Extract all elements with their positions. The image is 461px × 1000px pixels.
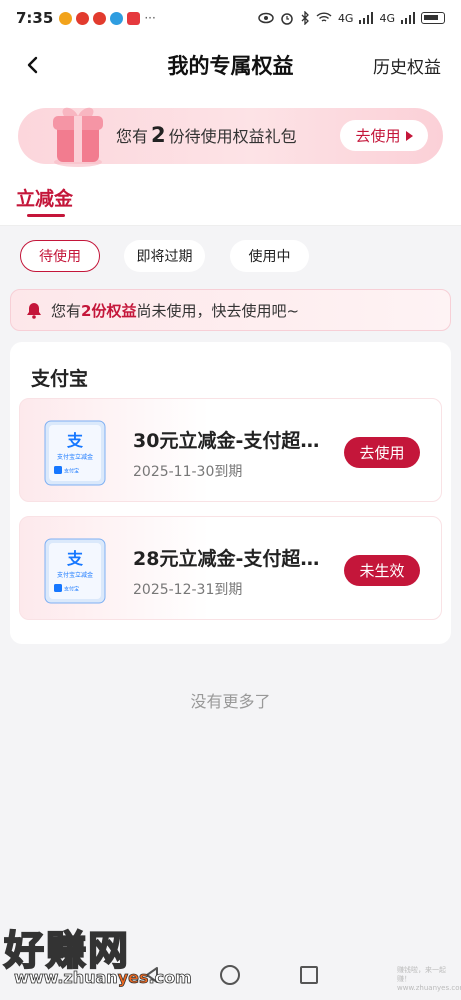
- gift-box-icon: [53, 107, 103, 167]
- banner-suffix: 份待使用权益礼包: [168, 127, 297, 146]
- notification-icon: [59, 11, 73, 25]
- banner-section: 您有 2 份待使用权益礼包 去使用: [0, 94, 461, 170]
- watermark-url: www.zhuanyes.com: [14, 968, 193, 988]
- network-label: 4G: [337, 11, 354, 25]
- back-button[interactable]: [18, 48, 48, 82]
- banner-message: 您有 2 份待使用权益礼包: [116, 123, 297, 147]
- notification-icons: ···: [59, 11, 156, 25]
- history-benefits-link[interactable]: 历史权益: [373, 53, 441, 78]
- coupon-expiry: 2025-12-31到期: [133, 582, 243, 598]
- bell-icon: [27, 303, 41, 319]
- no-more-text: 没有更多了: [190, 692, 271, 711]
- tab-instant-discount[interactable]: 立减金: [16, 184, 73, 211]
- home-nav-icon[interactable]: [219, 965, 240, 985]
- svg-text:支: 支: [66, 549, 84, 568]
- status-bar: 7:35 ··· 4G 4G: [0, 0, 461, 36]
- notice-prefix: 您有: [51, 301, 82, 320]
- back-arrow-icon: [27, 56, 38, 74]
- filter-chip-pending[interactable]: 待使用: [20, 240, 100, 272]
- not-active-button[interactable]: 未生效: [344, 555, 420, 586]
- section-title: 支付宝: [31, 368, 89, 390]
- tab-bar: 立减金: [0, 170, 461, 226]
- coupon-card[interactable]: 支 支付宝立减金 支付宝 28元立减金-支付超… 2025-12-31到期 未生…: [19, 516, 442, 620]
- signal-icon: [359, 12, 374, 24]
- gift-banner[interactable]: 您有 2 份待使用权益礼包 去使用: [18, 107, 443, 167]
- filter-row: 待使用 即将过期 使用中: [0, 240, 461, 274]
- app-icon: [110, 11, 124, 25]
- banner-button-label: 去使用: [355, 127, 401, 145]
- watermark: 好赚网 www.zhuanyes.com: [3, 918, 204, 988]
- play-arrow-icon: [405, 130, 413, 141]
- signal-icon: [401, 12, 415, 24]
- app-icon: [127, 11, 141, 25]
- bluetooth-icon: [301, 11, 309, 25]
- watermark-corner: 赚钱啦，来一起赚！www.zhuanyes.com: [397, 966, 461, 992]
- use-coupon-button[interactable]: 去使用: [344, 437, 420, 468]
- coupon-image-brand: 支付宝: [64, 468, 79, 475]
- unused-notice: 您有2份权益尚未使用，快去使用吧~: [10, 289, 451, 331]
- battery-icon: [421, 12, 445, 24]
- banner-prefix: 您有: [116, 127, 149, 146]
- coupon-image-brand: 支付宝: [64, 586, 79, 593]
- page-title: 我的专属权益: [167, 54, 294, 78]
- notice-highlight: 2份权益: [81, 301, 137, 320]
- banner-count: 2: [151, 123, 166, 147]
- notice-text: 您有2份权益尚未使用，快去使用吧~: [51, 300, 299, 321]
- wifi-icon: [316, 12, 332, 22]
- network-label: 4G: [379, 11, 395, 25]
- nav-bar: 我的专属权益 历史权益: [0, 36, 461, 94]
- coupon-panel: 支付宝 支 支付宝立减金 支付宝 30元立减金-支付超… 2025-11-30到…: [10, 342, 451, 644]
- status-time: 7:35: [16, 9, 54, 27]
- coupon-image-title: 支付宝立减金: [57, 453, 93, 461]
- watermark-url-a: www.zhuan: [14, 968, 118, 988]
- coupon-image-title: 支付宝立减金: [57, 571, 93, 579]
- filter-chip-expiring[interactable]: 即将过期: [124, 240, 205, 272]
- notice-suffix: 尚未使用，快去使用吧~: [136, 301, 300, 320]
- svg-text:支: 支: [66, 431, 84, 450]
- alarm-icon: [281, 13, 293, 25]
- coupon-card[interactable]: 支 支付宝立减金 支付宝 30元立减金-支付超… 2025-11-30到期 去使…: [19, 398, 442, 502]
- coupon-expiry: 2025-11-30到期: [133, 464, 243, 480]
- recents-nav-icon[interactable]: [299, 966, 318, 984]
- banner-use-button[interactable]: 去使用: [340, 120, 428, 151]
- coupon-name: 28元立减金-支付超…: [133, 548, 320, 570]
- tab-underline: [27, 214, 65, 217]
- filter-chip-in-use[interactable]: 使用中: [230, 240, 309, 272]
- more-notifications-icon: ···: [144, 11, 156, 25]
- alipay-coupon-icon: 支 支付宝立减金 支付宝: [44, 538, 106, 604]
- status-right: 4G 4G: [258, 11, 445, 25]
- weibo-icon: [93, 11, 107, 25]
- watermark-url-c: .com: [148, 968, 192, 988]
- weibo-icon: [76, 11, 90, 25]
- watermark-url-b: yes: [117, 968, 149, 988]
- coupon-name: 30元立减金-支付超…: [133, 430, 320, 452]
- eye-icon: [258, 12, 274, 24]
- alipay-coupon-icon: 支 支付宝立减金 支付宝: [44, 420, 106, 486]
